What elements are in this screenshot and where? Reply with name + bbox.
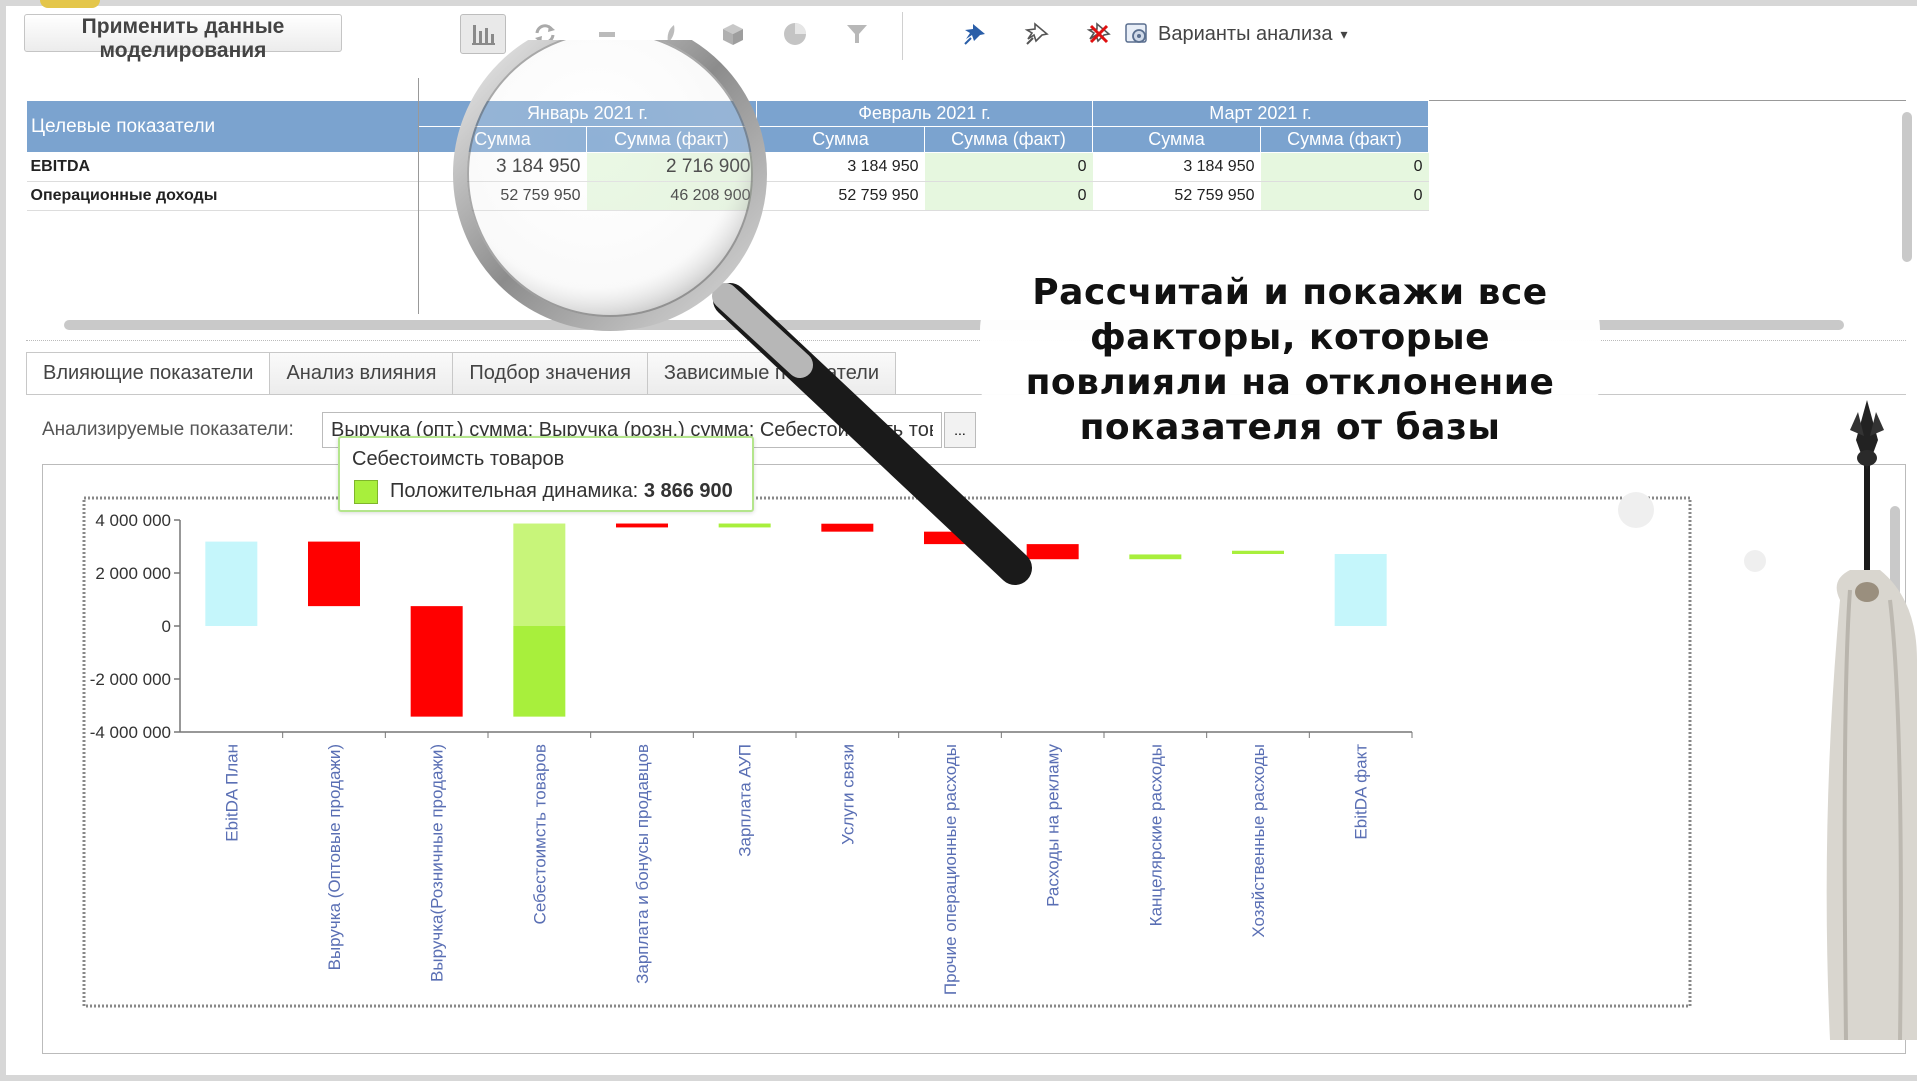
waterfall-bar[interactable] bbox=[1026, 544, 1079, 560]
x-category-label: EbitDA факт bbox=[1352, 744, 1371, 840]
waterfall-bar[interactable] bbox=[1334, 554, 1387, 626]
y-tick-label: -2 000 000 bbox=[90, 670, 171, 689]
tooltip-swatch bbox=[354, 480, 378, 504]
y-tick-label: 2 000 000 bbox=[95, 564, 171, 583]
waterfall-bar[interactable] bbox=[616, 523, 668, 528]
waterfall-bar[interactable] bbox=[308, 541, 360, 607]
waterfall-bar[interactable] bbox=[513, 523, 566, 626]
callout-bubble: Рассчитай и покажи все факторы, которые … bbox=[980, 250, 1600, 470]
x-category-label: Себестоимсть товаров bbox=[530, 744, 549, 924]
x-category-label: Прочие операционные расходы bbox=[941, 744, 960, 995]
thought-dot bbox=[1618, 492, 1654, 528]
waterfall-bar[interactable] bbox=[924, 531, 976, 545]
x-category-label: Выручка (Оптовые продажи) bbox=[325, 744, 344, 970]
x-category-label: Расходы на рекламу bbox=[1044, 744, 1063, 907]
y-tick-label: 0 bbox=[162, 617, 171, 636]
y-tick-label: 4 000 000 bbox=[95, 511, 171, 530]
waterfall-chart: 4 000 0002 000 0000-2 000 000-4 000 000 … bbox=[82, 496, 1692, 1008]
callout-line: повлияли на отклонение bbox=[1025, 362, 1555, 403]
callout-line: показателя от базы bbox=[1079, 407, 1501, 448]
x-category-label: Зарплата и бонусы продавцов bbox=[633, 744, 652, 984]
x-category-label: Выручка(Розничные продажи) bbox=[428, 744, 447, 982]
waterfall-bar[interactable] bbox=[513, 626, 566, 717]
thought-dot bbox=[1744, 550, 1766, 572]
tooltip-title: Себестоимсть товаров bbox=[352, 448, 565, 470]
tooltip-row: Положительная динамика: 3 866 900 bbox=[390, 480, 733, 503]
y-tick-label: -4 000 000 bbox=[90, 723, 171, 742]
tooltip-value: 3 866 900 bbox=[643, 480, 733, 502]
chart-tooltip: Себестоимсть товаров Положительная динам… bbox=[338, 436, 754, 512]
x-category-label: Хозяйственные расходы bbox=[1249, 744, 1268, 938]
x-category-label: Канцелярские расходы bbox=[1146, 744, 1165, 926]
x-category-label: Зарплата АУП bbox=[736, 744, 755, 857]
callout-line: Рассчитай и покажи все bbox=[1032, 272, 1548, 313]
waterfall-bar[interactable] bbox=[1129, 554, 1182, 560]
tooltip-label: Положительная динамика: bbox=[390, 480, 639, 502]
x-category-label: EbitDA План bbox=[222, 744, 241, 842]
callout-text: Рассчитай и покажи все факторы, которые … bbox=[1000, 270, 1580, 450]
callout-line: факторы, которые bbox=[1089, 317, 1491, 358]
wizard-figure-icon bbox=[1826, 400, 1917, 1041]
waterfall-bar[interactable] bbox=[205, 541, 258, 626]
waterfall-bar[interactable] bbox=[1232, 550, 1284, 555]
waterfall-bar[interactable] bbox=[821, 523, 874, 532]
waterfall-bar[interactable] bbox=[410, 606, 463, 717]
waterfall-bar[interactable] bbox=[718, 523, 771, 528]
x-category-label: Услуги связи bbox=[838, 744, 857, 845]
